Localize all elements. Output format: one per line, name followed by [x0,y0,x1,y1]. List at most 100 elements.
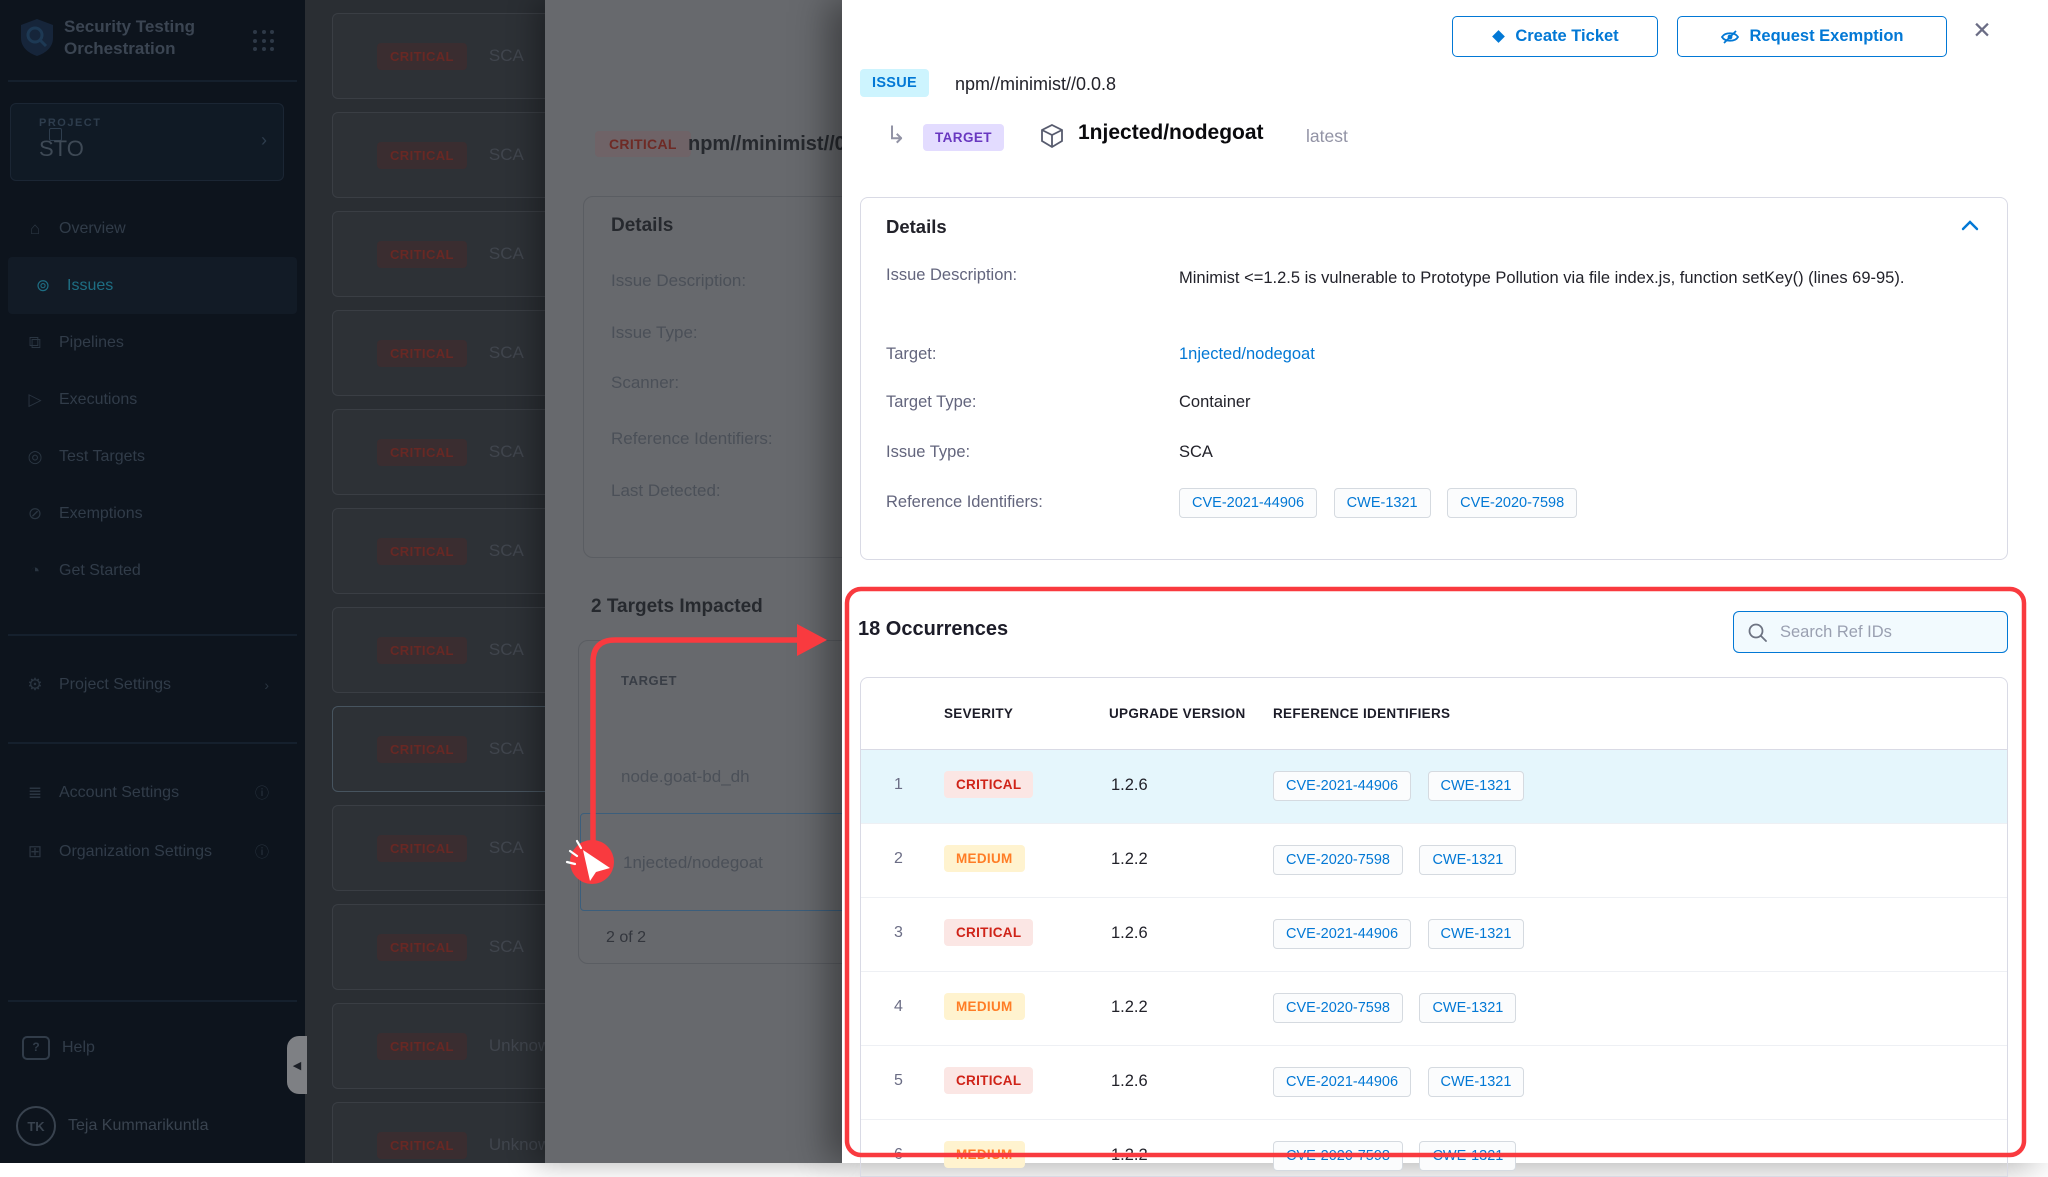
field-label: Issue Type: [611,323,698,343]
details-card: Details Issue Description: Issue Type: S… [583,196,842,558]
divider [8,634,297,636]
reference-chip[interactable]: CVE-2020-7598 [1273,845,1403,875]
sidebar-nav-item[interactable]: Issues [8,257,297,314]
sidebar-nav-item[interactable]: Executions [0,371,305,428]
reference-chip[interactable]: CWE-1321 [1428,919,1525,949]
reference-chip[interactable]: CVE-2020-7598 [1447,488,1577,518]
reference-chip[interactable]: CWE-1321 [1419,1141,1516,1171]
issue-type: SCA [489,244,524,264]
occurrence-row[interactable]: 2 MEDIUM 1.2.2 CVE-2020-7598 CWE-1321 [861,824,2007,898]
diamond-icon [1491,29,1506,44]
project-selector[interactable]: PROJECT STO › [10,103,284,181]
reference-chip[interactable]: CVE-2021-44906 [1179,488,1317,518]
target-column-header: TARGET [621,673,677,688]
occurrence-row[interactable]: 5 CRITICAL 1.2.6 CVE-2021-44906 CWE-1321 [861,1046,2007,1120]
sidebar-collapse-toggle[interactable]: ◀ [287,1036,307,1094]
column-header: UPGRADE VERSION [1109,706,1246,721]
sidebar-item-account-settings[interactable]: Account Settings ⓘ [0,771,305,815]
reference-chips: CVE-2020-7598 CWE-1321 [1273,993,1528,1023]
occurrences-table: SEVERITY UPGRADE VERSION REFERENCE IDENT… [860,677,2008,1177]
issue-list-row[interactable]: CRITICAL SCA [332,904,545,990]
severity-badge: CRITICAL [944,1067,1033,1094]
upgrade-version: 1.2.6 [1111,1072,1148,1091]
create-ticket-button[interactable]: Create Ticket [1452,16,1658,57]
package-icon [1038,122,1066,155]
search-input[interactable] [1778,613,2002,651]
issue-list-row[interactable]: CRITICAL Unknown [332,1003,545,1089]
issue-list-row[interactable]: CRITICAL Unknown [332,1102,545,1163]
details-card: Details Issue Description: Minimist <=1.… [860,197,2008,560]
reference-chips: CVE-2021-44906 CWE-1321 [1273,1067,1536,1097]
reference-chip[interactable]: CWE-1321 [1419,845,1516,875]
issue-list-row[interactable]: CRITICAL SCA [332,607,545,693]
reference-chips: CVE-2020-7598 CWE-1321 [1273,845,1528,875]
reference-chip[interactable]: CVE-2021-44906 [1273,771,1411,801]
target-row[interactable]: node.goat-bd_dh [621,767,750,787]
severity-badge: CRITICAL [377,637,467,664]
issue-list-row[interactable]: CRITICAL SCA [332,706,545,792]
reference-chip[interactable]: CVE-2020-7598 [1273,993,1403,1023]
sidebar-nav-item[interactable]: Overview [0,200,305,257]
issue-type: SCA [489,442,524,462]
occurrence-row[interactable]: 6 MEDIUM 1.2.2 CVE-2020-7598 CWE-1321 [861,1120,2007,1177]
issue-list-row[interactable]: CRITICAL SCA [332,112,545,198]
nav-icon [25,390,45,410]
target-row[interactable]: 1njected/nodegoat [623,853,763,873]
divider [8,80,297,82]
severity-badge: CRITICAL [377,43,467,70]
close-icon[interactable]: ✕ [1967,15,1997,45]
field-label: Issue Description: [886,266,1017,285]
occurrence-row[interactable]: 3 CRITICAL 1.2.6 CVE-2021-44906 CWE-1321 [861,898,2007,972]
reference-chip[interactable]: CWE-1321 [1419,993,1516,1023]
severity-badge: MEDIUM [944,845,1025,872]
project-label: PROJECT [39,117,101,129]
issue-type: SCA [489,739,524,759]
reference-chip[interactable]: CWE-1321 [1428,1067,1525,1097]
sidebar-nav-item[interactable]: Get Started [0,542,305,599]
gear-icon [25,675,45,695]
reference-chip[interactable]: CVE-2021-44906 [1273,1067,1411,1097]
reference-chip[interactable]: CWE-1321 [1334,488,1431,518]
nav-label: Account Settings [59,784,179,802]
sidebar-item-project-settings[interactable]: Project Settings › [0,663,305,707]
issue-list-row[interactable]: CRITICAL SCA [332,508,545,594]
row-number: 3 [894,924,903,942]
field-label: Issue Description: [611,271,746,291]
reference-chip[interactable]: CWE-1321 [1428,771,1525,801]
sidebar-nav-item[interactable]: Pipelines [0,314,305,371]
issue-list-row[interactable]: CRITICAL SCA [332,805,545,891]
chevron-up-icon[interactable] [1961,218,1979,236]
sidebar-item-organization-settings[interactable]: Organization Settings ⓘ [0,830,305,874]
issue-type: SCA [489,937,524,957]
target-tag: latest [1306,126,1348,147]
issue-list-row[interactable]: CRITICAL SCA [332,409,545,495]
issue-list-row[interactable]: CRITICAL SCA [332,211,545,297]
request-exemption-button[interactable]: Request Exemption [1677,16,1947,57]
chevron-right-icon: › [261,130,267,151]
occurrence-row[interactable]: 1 CRITICAL 1.2.6 CVE-2021-44906 CWE-1321 [861,750,2007,824]
reference-chip[interactable]: CVE-2021-44906 [1273,919,1411,949]
severity-badge: CRITICAL [377,835,467,862]
reference-chip[interactable]: CVE-2020-7598 [1273,1141,1403,1171]
module-grid-icon[interactable] [253,30,275,52]
sidebar-nav-item[interactable]: Test Targets [0,428,305,485]
issue-detail-drawer: CRITICAL npm//minimist//0.0.8 Details Is… [545,0,842,1163]
severity-badge: CRITICAL [377,538,467,565]
info-icon: ⓘ [255,783,269,803]
sidebar-item-help[interactable]: ? Help [0,1026,305,1070]
sidebar-nav-item[interactable]: Exemptions [0,485,305,542]
target-badge: TARGET [923,124,1004,151]
issue-type: Unknown [489,1036,545,1056]
row-number: 5 [894,1072,903,1090]
occurrence-row[interactable]: 4 MEDIUM 1.2.2 CVE-2020-7598 CWE-1321 [861,972,2007,1046]
upgrade-version: 1.2.2 [1111,998,1148,1017]
nav-label: Exemptions [59,505,143,523]
severity-badge: CRITICAL [377,241,467,268]
issue-list-row[interactable]: CRITICAL SCA [332,13,545,99]
target-link[interactable]: 1njected/nodegoat [1179,345,1315,364]
sidebar: Security Testing Orchestration PROJECT S… [0,0,305,1163]
severity-badge: CRITICAL [377,439,467,466]
user-name: Teja Kummarikuntla [68,1117,209,1135]
sidebar-user[interactable]: TK Teja Kummarikuntla [0,1104,305,1148]
issue-list-row[interactable]: CRITICAL SCA [332,310,545,396]
